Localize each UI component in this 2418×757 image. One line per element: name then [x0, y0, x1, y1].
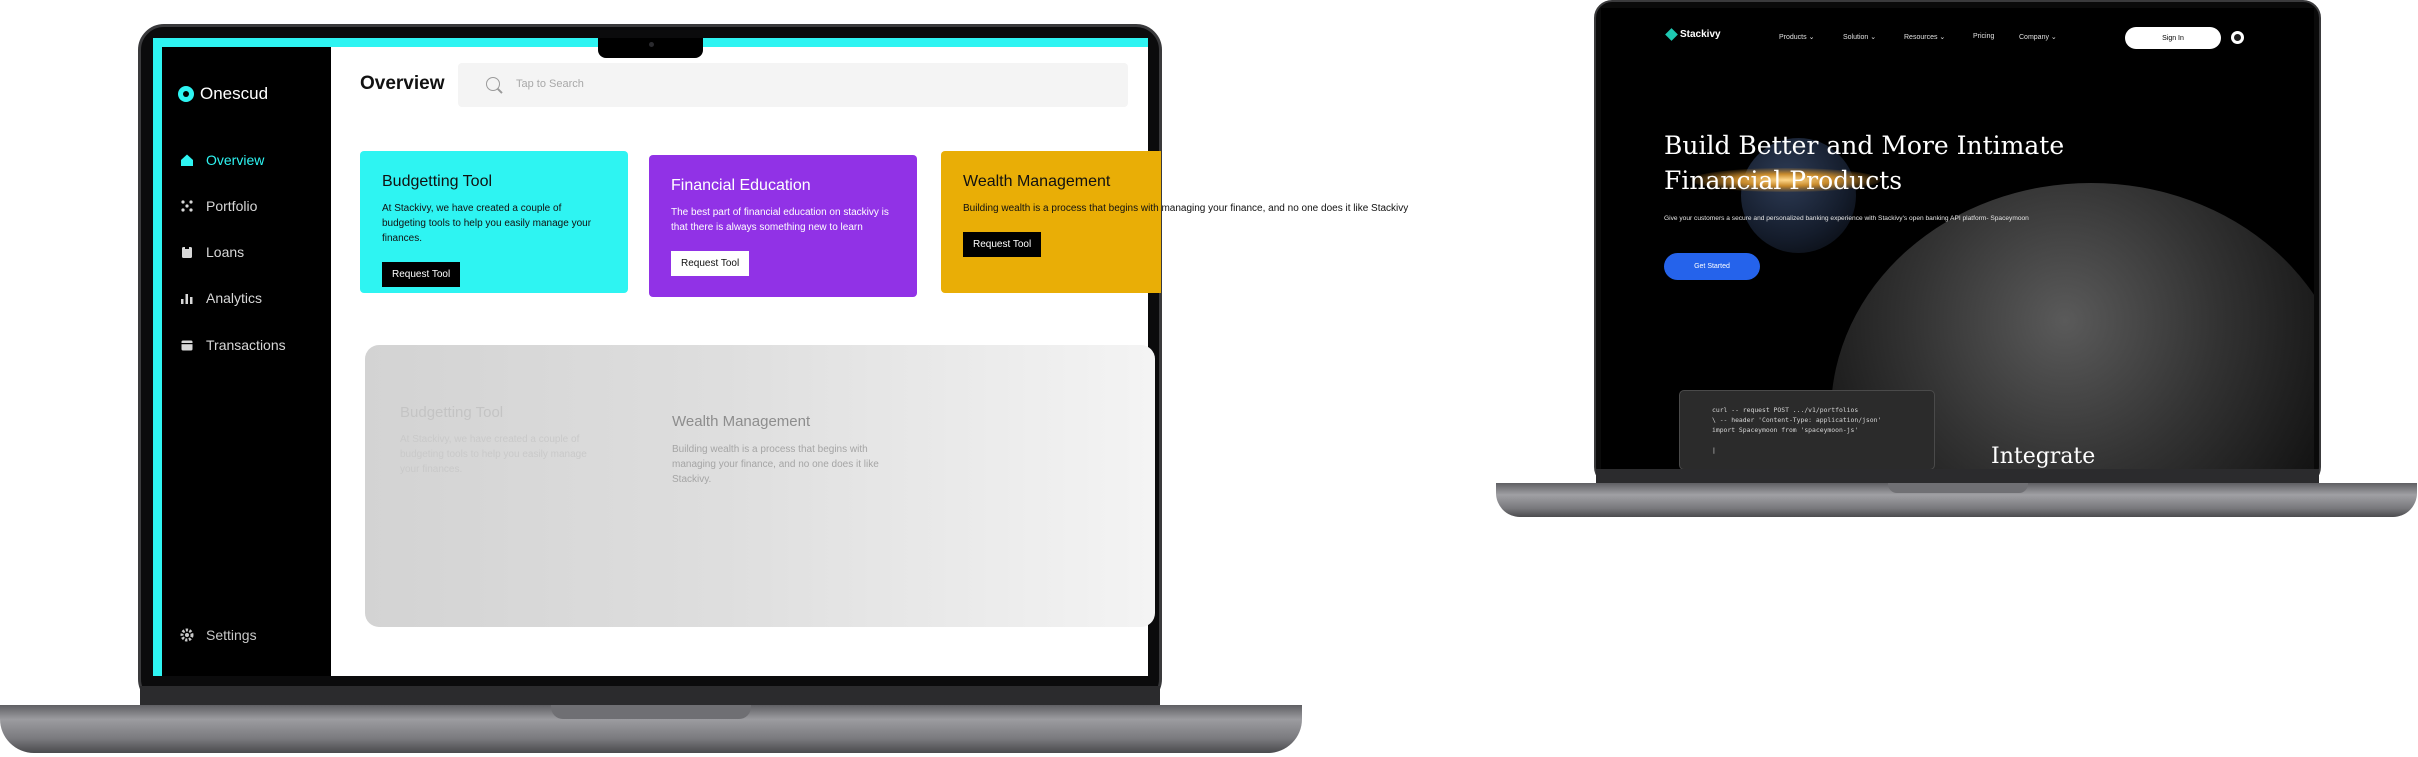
code-line: import Spaceymoon from 'spaceymoon-js' [1712, 426, 1859, 434]
sidebar [162, 47, 331, 676]
nav-label: Pricing [1973, 33, 1995, 40]
card-financial-education: Financial Education The best part of fin… [649, 155, 917, 297]
logo-text: Stackivy [1680, 29, 1721, 40]
globe-icon[interactable] [2231, 31, 2244, 44]
settings-label: Settings [206, 627, 257, 643]
sidebar-item-label: Analytics [206, 290, 263, 306]
portfolio-icon [181, 200, 193, 212]
get-started-button[interactable]: Get Started [1664, 253, 1760, 280]
sidebar-item-transactions[interactable]: Transactions [180, 335, 286, 355]
camera-notch [598, 38, 703, 58]
gear-icon [180, 628, 194, 642]
sidebar-item-label: Overview [206, 152, 265, 168]
sidebar-item-label: Transactions [206, 337, 286, 353]
analytics-icon [181, 294, 193, 304]
card-title: Financial Education [671, 177, 811, 194]
sidebar-item-loans[interactable]: Loans [180, 242, 244, 262]
laptop-left-lip [551, 705, 751, 719]
nav-label: Solution [1843, 34, 1869, 41]
landing-screen: Stackivy Products ⌄ Solution ⌄ Resources… [1601, 8, 2314, 470]
faded-card-title: Budgetting Tool [400, 404, 504, 421]
transactions-icon [181, 340, 193, 351]
search-icon [486, 77, 500, 91]
sidebar-item-settings[interactable]: Settings [180, 627, 257, 643]
search-placeholder: Tap to Search [516, 78, 584, 90]
card-title: Wealth Management [963, 173, 1111, 190]
stackivy-mark-icon [1665, 28, 1678, 41]
loans-icon [182, 246, 192, 258]
card-title: Budgetting Tool [382, 173, 493, 190]
laptop-left-hinge [140, 686, 1160, 705]
sidebar-item-analytics[interactable]: Analytics [180, 288, 262, 308]
card-body: The best part of financial education on … [671, 207, 889, 233]
request-tool-button[interactable]: Request Tool [382, 262, 461, 287]
nav-products[interactable]: Products ⌄ [1779, 33, 1814, 41]
onescud-logo-icon [178, 86, 194, 102]
hero-headline: Build Better and More Intimate Financial… [1664, 128, 2224, 198]
nav-pricing[interactable]: Pricing [1973, 33, 1994, 40]
section-heading-peek: Integrate [1991, 444, 2096, 469]
code-line: \ -- header 'Content-Type: application/j… [1712, 416, 1882, 424]
nav-resources[interactable]: Resources ⌄ [1904, 33, 1945, 41]
sidebar-item-label: Loans [206, 244, 245, 260]
nav-label: Resources [1904, 34, 1938, 41]
laptop-right-lip [1888, 483, 2028, 493]
nav-solution[interactable]: Solution ⌄ [1843, 33, 1876, 41]
home-icon [181, 154, 193, 166]
nav-company[interactable]: Company ⌄ [2019, 33, 2057, 41]
hero-subtext: Give your customers a secure and persona… [1664, 215, 2029, 222]
request-tool-button[interactable]: Request Tool [671, 251, 750, 276]
headline-line: Financial Products [1664, 166, 1903, 195]
app-brand[interactable]: Onescud [178, 84, 268, 104]
card-body: Building wealth is a process that begins… [963, 203, 1409, 214]
camera-lens [649, 42, 654, 47]
card-wealth-management: Wealth Management Building wealth is a p… [941, 151, 1409, 293]
sidebar-item-overview[interactable]: Overview [180, 150, 264, 170]
code-line: curl -- request POST .../v1/portfolios [1712, 406, 1859, 414]
faded-card-title: Wealth Management [672, 413, 811, 430]
card-body: At Stackivy, we have created a couple of… [382, 203, 592, 244]
card-budgetting-tool: Budgetting Tool At Stackivy, we have cre… [360, 151, 628, 293]
sidebar-item-portfolio[interactable]: Portfolio [180, 196, 257, 216]
request-tool-button[interactable]: Request Tool [963, 232, 1042, 257]
stackivy-logo[interactable]: Stackivy [1665, 28, 1721, 41]
code-cursor: | [1712, 446, 1716, 454]
code-snippet: curl -- request POST .../v1/portfolios \… [1679, 390, 1935, 470]
brand-name: Onescud [200, 84, 269, 103]
screen-accent-left [153, 38, 162, 676]
faded-card-body: At Stackivy, we have created a couple of… [400, 434, 587, 475]
sidebar-item-label: Portfolio [206, 198, 258, 214]
nav-label: Products [1779, 34, 1807, 41]
page-title: Overview [360, 73, 445, 94]
laptop-right-hinge [1596, 469, 2319, 483]
sign-in-button[interactable]: Sign In [2125, 27, 2221, 49]
headline-line: Build Better and More Intimate [1664, 131, 2065, 160]
faded-card-body: Building wealth is a process that begins… [672, 444, 879, 485]
nav-label: Company [2019, 34, 2049, 41]
